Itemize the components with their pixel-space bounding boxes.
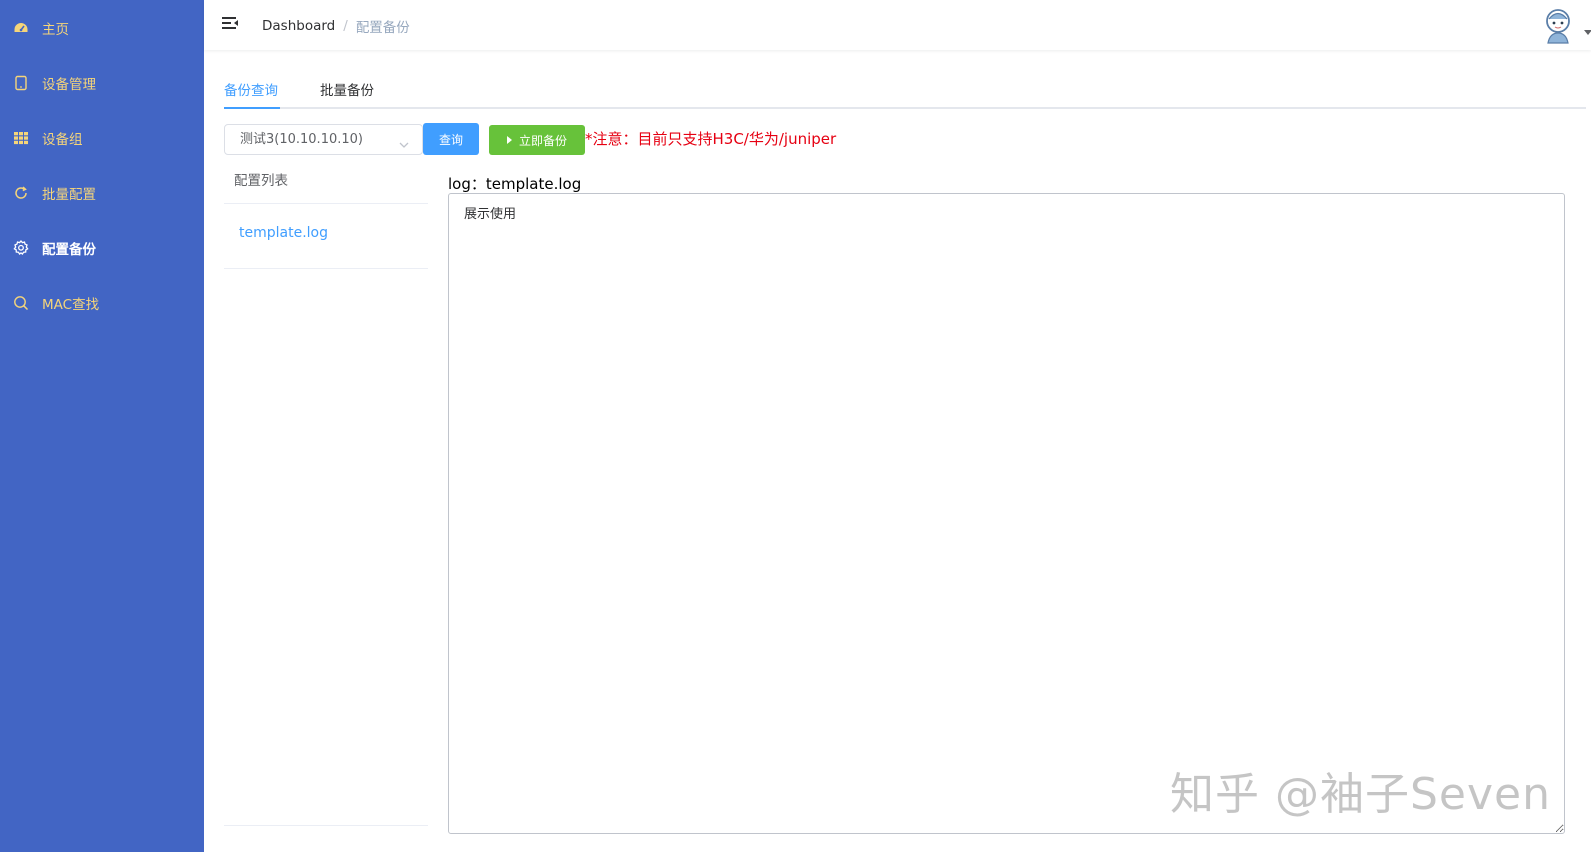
divider [224, 203, 428, 204]
log-file-label: log：template.log [448, 175, 582, 193]
sidebar-item-batch-config[interactable]: 批量配置 [0, 165, 204, 221]
sidebar-item-label: 主页 [42, 22, 69, 38]
refresh-icon [13, 185, 29, 201]
device-select[interactable]: 测试3(10.10.10.10) [224, 124, 423, 155]
tab-batch-backup[interactable]: 批量备份 [320, 79, 374, 99]
breadcrumb-home-link[interactable]: Dashboard [262, 18, 335, 34]
sidebar-item-device-group[interactable]: 设备组 [0, 110, 204, 166]
tab-backup-query[interactable]: 备份查询 [224, 79, 278, 99]
support-notice: *注意：目前只支持H3C/华为/juniper [585, 130, 837, 148]
divider [224, 268, 428, 269]
log-content-textarea[interactable]: 展示使用 [448, 193, 1565, 834]
sidebar-item-mac-search[interactable]: MAC查找 [0, 275, 204, 331]
sidebar-item-label: 设备组 [42, 132, 83, 148]
grid-icon [13, 130, 29, 146]
query-button[interactable]: 查询 [423, 123, 479, 155]
play-icon [506, 136, 512, 144]
divider [224, 825, 428, 826]
sidebar-item-config-backup[interactable]: 配置备份 [0, 220, 204, 276]
dashboard-icon [13, 20, 29, 36]
backup-now-label: 立即备份 [518, 133, 567, 148]
navbar: Dashboard / 配置备份 [204, 0, 1591, 50]
sidebar-item-label: MAC查找 [42, 297, 100, 313]
gear-icon [13, 240, 29, 256]
chevron-down-icon [398, 133, 410, 148]
tablet-icon [13, 75, 29, 91]
sidebar-item-device-management[interactable]: 设备管理 [0, 55, 204, 111]
search-icon [13, 295, 29, 311]
breadcrumb-separator: / [343, 18, 348, 34]
breadcrumb-current: 配置备份 [355, 20, 410, 36]
config-list-title: 配置列表 [234, 173, 288, 189]
config-list-item[interactable]: template.log [239, 225, 328, 241]
tab-bar: 备份查询 批量备份 [224, 70, 1586, 109]
sidebar-item-label: 批量配置 [42, 187, 96, 203]
sidebar: 主页 设备管理 设备组 批量配置 配置备份 MAC查找 [0, 0, 204, 852]
breadcrumb: Dashboard / 配置备份 [262, 16, 410, 36]
tab-active-indicator [224, 107, 280, 109]
hamburger-menu-icon[interactable] [220, 14, 240, 34]
device-select-value: 测试3(10.10.10.10) [240, 132, 363, 147]
sidebar-item-label: 配置备份 [42, 242, 96, 258]
backup-now-button[interactable]: 立即备份 [489, 125, 585, 155]
sidebar-item-label: 设备管理 [42, 77, 96, 93]
watermark: 知乎 @袖子Seven [1170, 769, 1551, 820]
sidebar-item-home[interactable]: 主页 [0, 0, 204, 56]
user-avatar[interactable] [1540, 6, 1576, 44]
caret-down-icon[interactable] [1584, 30, 1591, 35]
